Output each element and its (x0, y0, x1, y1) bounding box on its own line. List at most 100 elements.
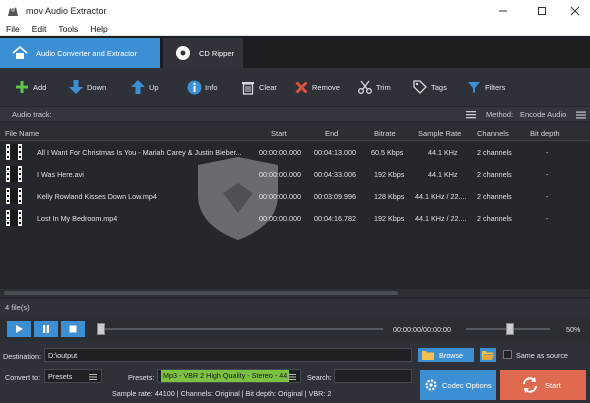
hamburger-icon (89, 374, 97, 380)
column-end[interactable]: End (325, 129, 338, 138)
filter-icon (466, 79, 482, 95)
table-row[interactable]: Lost In My Bedroom.mp4 00:00:00.000 00:0… (0, 207, 590, 229)
method-label: Method: (486, 110, 514, 119)
cell-start: 00:00:00.000 (259, 148, 301, 157)
presets-select[interactable]: Mp3 - VBR 2 High Quality - Stereo - 44 (157, 369, 301, 383)
same-as-source-label: Same as source (516, 351, 568, 360)
column-sample-rate[interactable]: Sample Rate (418, 129, 461, 138)
hamburger-icon[interactable] (466, 110, 476, 119)
menu-tools[interactable]: Tools (58, 24, 78, 34)
playback-time: 00:00:00/00:00:00 (393, 325, 451, 334)
cell-channels: 2 channels (477, 192, 512, 201)
seek-thumb[interactable] (97, 323, 105, 335)
pause-button[interactable] (34, 321, 58, 337)
search-input[interactable] (334, 369, 412, 383)
info-label: Info (205, 82, 218, 92)
remove-button[interactable]: Remove (293, 77, 340, 97)
move-down-button[interactable]: Down (68, 77, 106, 97)
mode-tabs: Audio Converter and Extractor CD Ripper (0, 36, 590, 68)
destination-field[interactable]: D:\output (44, 348, 412, 362)
convert-to-select[interactable]: Presets (44, 369, 102, 383)
column-file-name[interactable]: File Name (5, 129, 39, 138)
folder-open-icon (482, 351, 494, 360)
file-list: All I Want For Christmas Is You - Mariah… (0, 141, 590, 299)
player-bar: 00:00:00/00:00:00 50% (0, 317, 590, 341)
add-button[interactable]: Add (14, 77, 46, 97)
cell-channels: 2 channels (477, 214, 512, 223)
cell-bitrate: 192 Kbps (374, 214, 405, 223)
column-channels[interactable]: Channels (477, 129, 509, 138)
status-line: Sample rate: 44100 | Channels: Original … (112, 389, 332, 398)
table-row[interactable]: Kelly Rowland Kisses Down Low.mp4 00:00:… (0, 185, 590, 207)
scrollbar-thumb[interactable] (4, 291, 398, 295)
file-list-header: File Name Start End Bitrate Sample Rate … (0, 126, 590, 141)
tab-label: Audio Converter and Extractor (36, 48, 137, 58)
cell-bitrate: 60.5 Kbps (371, 148, 404, 157)
method-select[interactable]: Encode Audio (520, 110, 566, 119)
table-row[interactable]: All I Want For Christmas Is You - Mariah… (0, 141, 590, 163)
cd-icon (175, 45, 191, 61)
volume-thumb[interactable] (506, 323, 514, 335)
cell-bit-depth: - (546, 214, 549, 223)
audio-track-bar: Audio track: Method: Encode Audio (0, 106, 590, 122)
horizontal-scrollbar[interactable] (0, 289, 590, 297)
cell-file-name: I Was Here.avi (37, 170, 84, 179)
codec-options-label: Codec Options (442, 380, 492, 390)
convert-to-value: Presets (48, 371, 73, 381)
hamburger-icon (288, 374, 296, 380)
cell-sample-rate: 44.1 KHz (428, 170, 458, 179)
trim-label: Trim (376, 82, 391, 92)
cell-file-name: Lost In My Bedroom.mp4 (37, 214, 118, 223)
search-label: Search: (307, 373, 332, 382)
column-bitrate[interactable]: Bitrate (374, 129, 396, 138)
hamburger-icon[interactable] (576, 111, 586, 119)
play-button[interactable] (7, 321, 31, 337)
menu-help[interactable]: Help (90, 24, 107, 34)
minimize-button[interactable] (488, 0, 518, 22)
open-folder-button[interactable] (480, 348, 496, 362)
menu-edit[interactable]: Edit (32, 24, 47, 34)
tab-cd-ripper[interactable]: CD Ripper (163, 38, 243, 68)
tab-audio-converter[interactable]: Audio Converter and Extractor (0, 38, 160, 68)
menu-file[interactable]: File (6, 24, 20, 34)
filters-label: Filters (485, 82, 506, 92)
codec-options-button[interactable]: Codec Options (420, 370, 496, 400)
tag-icon (412, 79, 428, 95)
start-button[interactable]: Start (500, 370, 586, 400)
info-button[interactable]: Info (186, 77, 218, 97)
filters-button[interactable]: Filters (466, 77, 505, 97)
convert-to-label: Convert to: (5, 373, 41, 382)
trim-button[interactable]: Trim (357, 77, 391, 97)
cell-channels: 2 channels (477, 148, 512, 157)
audio-track-label: Audio track: (12, 110, 52, 119)
play-icon (16, 325, 23, 333)
film-icon (5, 165, 23, 183)
tags-button[interactable]: Tags (412, 77, 447, 97)
table-row[interactable]: I Was Here.avi 00:00:00.000 00:04:33.006… (0, 163, 590, 185)
close-button[interactable] (560, 0, 590, 22)
same-as-source-checkbox[interactable] (503, 350, 512, 359)
cell-start: 00:00:00.000 (259, 170, 301, 179)
tab-label: CD Ripper (199, 48, 235, 58)
toolbar: Add Down Up Info Clear Remove Trim Tags … (0, 68, 590, 106)
clear-button[interactable]: Clear (240, 77, 277, 97)
maximize-button[interactable] (527, 0, 557, 22)
seek-bar[interactable] (97, 328, 383, 330)
presets-value: Mp3 - VBR 2 High Quality - Stereo - 44 (161, 370, 290, 382)
browse-button[interactable]: Browse (418, 348, 474, 362)
file-count: 4 file(s) (5, 303, 30, 312)
menu-bar: File Edit Tools Help (0, 22, 590, 36)
column-bit-depth[interactable]: Bit depth (530, 129, 560, 138)
presets-label: Presets: (128, 373, 155, 382)
column-start[interactable]: Start (271, 129, 287, 138)
stop-button[interactable] (61, 321, 85, 337)
destination-value: D:\output (48, 350, 78, 360)
add-label: Add (33, 82, 47, 92)
cell-bitrate: 128 Kbps (374, 192, 405, 201)
cell-file-name: Kelly Rowland Kisses Down Low.mp4 (37, 192, 157, 201)
cell-bit-depth: - (546, 170, 549, 179)
cell-end: 00:04:33.006 (314, 170, 356, 179)
remove-label: Remove (312, 82, 340, 92)
file-count-bar: 4 file(s) (0, 299, 590, 317)
move-up-button[interactable]: Up (130, 77, 159, 97)
